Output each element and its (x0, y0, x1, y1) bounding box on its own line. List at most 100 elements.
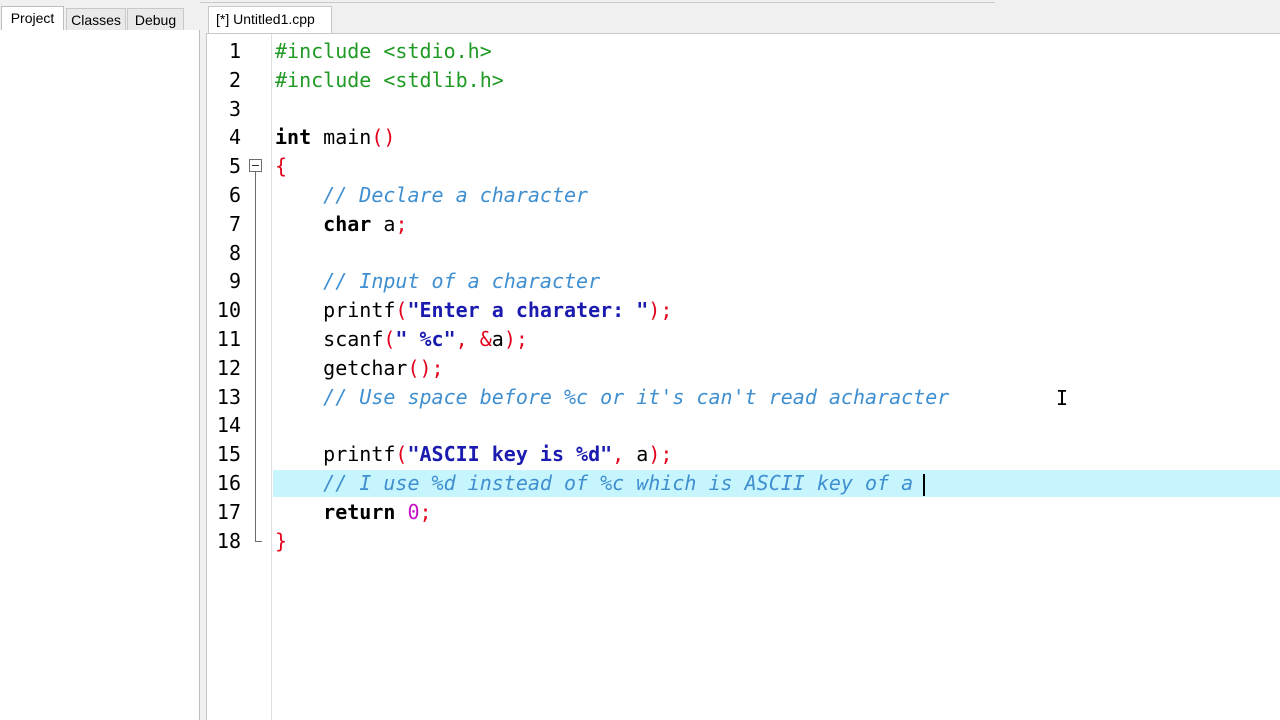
code-token: ( (395, 298, 408, 323)
code-line[interactable]: 15 printf("ASCII key is %d", a); (207, 440, 1280, 469)
fold-end-marker (255, 540, 262, 542)
code-token: ); (648, 442, 673, 467)
line-text: scanf(" %c", &a); (275, 325, 528, 354)
code-line[interactable]: 9 // Input of a character (207, 267, 1280, 296)
line-number: 16 (216, 471, 241, 495)
code-token: ( (395, 442, 408, 467)
line-text: // I use %d instead of %c which is ASCII… (275, 469, 926, 498)
code-token: 0 (407, 499, 420, 524)
line-text: return 0; (275, 498, 431, 527)
line-text: printf("Enter a charater: "); (275, 296, 672, 325)
line-number: 8 (228, 240, 241, 265)
line-number: 7 (228, 211, 241, 236)
line-text: } (275, 527, 287, 556)
code-line[interactable]: 12 getchar(); (207, 354, 1280, 383)
code-editor[interactable]: 1 #include <stdio.h> 2 #include <stdlib.h> 3… (206, 33, 1280, 720)
line-number: 9 (228, 269, 241, 294)
line-number: 14 (216, 413, 241, 438)
line-number: 4 (228, 125, 241, 150)
code-token: } (275, 528, 288, 553)
line-number: 2 (228, 67, 241, 92)
tab-debug[interactable]: Debug (127, 8, 184, 30)
line-number: 1 (228, 39, 241, 63)
code-token: // Input of a character (323, 269, 601, 294)
line-text: #include <stdlib.h> (275, 66, 504, 95)
line-number: 13 (216, 384, 241, 409)
line-text: char a; (275, 210, 407, 239)
line-text: getchar(); (275, 354, 443, 383)
line-number: 15 (216, 442, 241, 467)
code-line[interactable]: 10 printf("Enter a charater: "); (207, 296, 1280, 325)
code-token: ( (383, 327, 396, 351)
mouse-ibeam-cursor: I (1056, 386, 1069, 410)
line-text: int main() (275, 123, 395, 152)
editor-area: [*] Untitled1.cpp 1 #include <stdio.h> 2 #i… (200, 0, 1280, 720)
code-token: ; (395, 211, 408, 236)
code-line[interactable]: 11 scanf(" %c", &a); (207, 325, 1280, 354)
text-caret (923, 473, 926, 496)
code-token: ); (648, 298, 673, 323)
code-line[interactable]: 6 // Declare a character (207, 181, 1280, 210)
tab-untitled1-cpp[interactable]: [*] Untitled1.cpp (208, 6, 332, 33)
line-number: 12 (216, 355, 241, 380)
code-line[interactable]: 17 return 0; (207, 498, 1280, 527)
code-line[interactable]: 14 (207, 411, 1280, 440)
code-token: return (323, 499, 396, 524)
code-token: () (371, 125, 396, 150)
line-number: 3 (228, 96, 241, 121)
code-token: int (275, 125, 312, 150)
code-line[interactable]: 1 #include <stdio.h> (207, 37, 1280, 66)
code-line[interactable]: 4 int main() (207, 123, 1280, 152)
code-token: // I use %d instead of %c which is ASCII… (323, 471, 914, 495)
code-token: , & (455, 327, 492, 351)
code-line[interactable]: 5{ (207, 152, 1280, 181)
code-token: char (323, 211, 372, 236)
line-number: 17 (216, 499, 241, 524)
code-line[interactable]: 18} (207, 527, 1280, 556)
code-token: printf (275, 298, 396, 323)
fold-guide-line (255, 172, 256, 541)
code-token: , (612, 442, 637, 467)
code-token: printf (275, 442, 396, 467)
code-token: getchar (275, 355, 408, 380)
tab-project[interactable]: Project (1, 6, 64, 31)
code-line[interactable]: 7 char a; (207, 210, 1280, 239)
code-token: "Enter a charater: " (407, 298, 649, 323)
code-token: { (275, 154, 288, 179)
code-token: a (636, 442, 649, 467)
code-token: main (311, 125, 372, 150)
code-line[interactable]: 8 (207, 239, 1280, 268)
line-number: 5 (228, 154, 241, 179)
code-line[interactable]: 16 // I use %d instead of %c which is AS… (207, 469, 1280, 498)
code-line[interactable]: 2 #include <stdlib.h> (207, 66, 1280, 95)
code-text[interactable]: 1 #include <stdio.h> 2 #include <stdlib.h> 3… (207, 34, 1280, 720)
line-text: // Input of a character (275, 267, 600, 296)
line-text: // Declare a character (275, 181, 588, 210)
left-panel-tabs: Project Classes Debug (0, 6, 200, 31)
code-token: // Declare a character (323, 183, 589, 207)
line-text: // Use space before %c or it's can't rea… (275, 383, 949, 412)
ide-window: Project Classes Debug [*] Untitled1.cpp … (0, 0, 1280, 720)
project-panel: Project Classes Debug (0, 0, 200, 720)
line-text: printf("ASCII key is %d", a); (275, 440, 672, 469)
code-token: #include <stdlib.h> (275, 67, 504, 92)
tab-classes[interactable]: Classes (66, 8, 126, 30)
code-token: scanf (275, 327, 384, 351)
code-token: ); (503, 327, 528, 351)
code-line[interactable]: 3 (207, 95, 1280, 124)
code-token: // Use space before %c or it's can't rea… (323, 384, 950, 409)
line-number: 11 (216, 327, 241, 351)
fold-collapse-icon[interactable] (249, 159, 262, 173)
code-line[interactable]: 13 // Use space before %c or it's can't … (207, 383, 1280, 412)
code-token: #include <stdio.h> (275, 39, 492, 63)
line-number: 18 (216, 528, 241, 553)
code-token: a (491, 327, 504, 351)
project-tree[interactable] (0, 30, 200, 720)
